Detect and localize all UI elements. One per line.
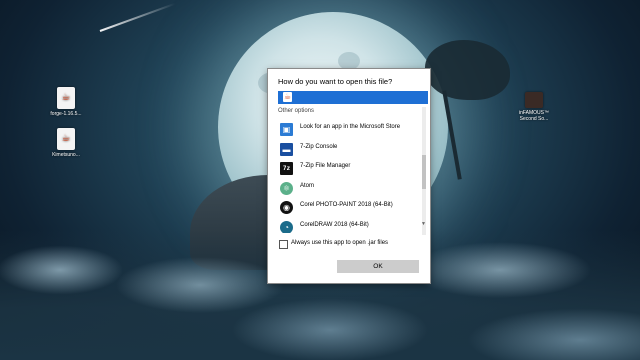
scroll-down-arrow-icon[interactable]: ▼ [421,221,426,227]
dialog-title: How do you want to open this file? [278,77,393,86]
selected-app-item[interactable]: ☕ ▲ [278,91,428,123]
desktop-icon-forge[interactable]: ☕ forge-1.16.5... [44,87,88,117]
app-item-label: 7-Zip File Manager [300,163,351,169]
java-icon: ☕ [283,92,292,102]
open-with-dialog: How do you want to open this file? ☕ ▲ O… [268,69,430,283]
desktop-icon-label: Kimetsuno... [52,152,80,158]
java-file-icon: ☕ [57,87,75,109]
app-item-7zip-file-manager[interactable]: 7z 7-Zip File Manager [278,158,422,178]
7zip-file-manager-icon: 7z [280,162,293,175]
desktop-icon-label: forge-1.16.5... [50,111,82,117]
store-icon: ▣ [280,123,293,136]
app-item-label: Atom [300,182,315,189]
desktop-icon-kimetsuno[interactable]: ☕ Kimetsuno... [44,128,88,158]
app-list: ▣ Look for an app in the Microsoft Store… [278,119,422,233]
coreldraw-icon: ◔ [280,220,293,233]
app-item-label: CorelDRAW 2018 (64-Bit) [300,221,369,228]
app-item-store[interactable]: ▣ Look for an app in the Microsoft Store [278,119,422,139]
7zip-console-icon: ▬ [280,142,293,156]
scrollbar-thumb[interactable] [422,155,426,189]
always-use-label: Always use this app to open .jar files [291,240,389,246]
app-item-7zip-console[interactable]: ▬ 7-Zip Console [278,139,422,159]
app-item-corel-photo-paint[interactable]: ◉ Corel PHOTO-PAINT 2018 (64-Bit) [278,197,422,217]
java-file-icon: ☕ [57,128,75,150]
app-item-label: Corel PHOTO-PAINT 2018 (64-Bit) [300,202,393,208]
ok-button[interactable]: OK [337,260,419,273]
corel-photo-paint-icon: ◉ [280,201,293,214]
desktop-icon-infamous[interactable]: inFAMOUS™ Second So... [512,92,556,122]
list-scrollbar[interactable] [422,107,426,235]
app-item-label: Look for an app in the Microsoft Store [300,124,401,130]
meteor-streak [99,2,176,32]
desktop-icon-label: inFAMOUS™ Second So... [518,110,549,122]
atom-icon: ⚛ [280,181,293,195]
other-options-label: Other options [278,108,315,114]
app-item-label: 7-Zip Console [300,143,338,150]
tree-silhouette [425,40,510,100]
always-use-checkbox[interactable] [279,240,288,249]
game-shortcut-icon [525,92,543,108]
app-item-atom[interactable]: ⚛ Atom [278,178,422,198]
app-item-coreldraw[interactable]: ◔ CorelDRAW 2018 (64-Bit) [278,217,422,233]
